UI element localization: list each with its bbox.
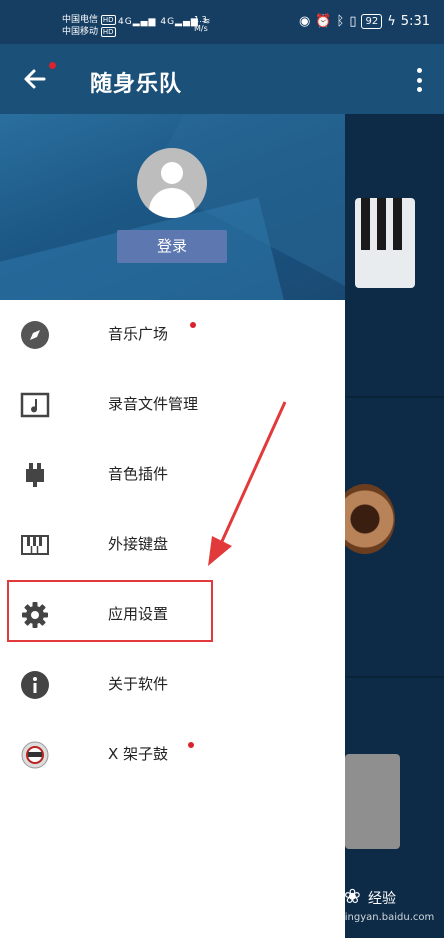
hd-badge: HD	[100, 15, 116, 25]
back-arrow-icon[interactable]	[18, 62, 52, 96]
status-right: ◉ ⏰ ᛒ ▯ 92 ϟ 5:31	[299, 14, 430, 29]
info-icon	[20, 670, 50, 700]
navigation-drawer: 登录 音乐广场 录音文件管理 音色插件 外接键盘 应用设置 关于软件 X 架子鼓	[0, 114, 345, 938]
compass-icon	[20, 320, 50, 350]
network-speed: 1.3 M/s	[194, 15, 208, 33]
carrier-labels: 中国电信 HD 中国移动 HD	[62, 14, 116, 38]
menu-label: 关于软件	[108, 675, 169, 693]
menu-item-recordings[interactable]: 录音文件管理	[0, 370, 345, 440]
menu-item-music-square[interactable]: 音乐广场	[0, 300, 345, 370]
page-title: 随身乐队	[90, 72, 183, 97]
annotation-highlight-box	[7, 580, 213, 642]
carrier-2: 中国移动	[62, 27, 99, 37]
menu-label: 音乐广场	[108, 325, 169, 343]
background-content	[335, 114, 444, 938]
badge-dot	[188, 742, 194, 748]
signal-4g-1: 4G	[118, 17, 133, 27]
keyboard-icon	[20, 530, 50, 560]
watermark: ❀ 经验 jingyan.baidu.com	[330, 882, 440, 932]
badge-dot	[190, 322, 196, 328]
signal-bars-icon: ▂▄▆	[132, 17, 157, 27]
drawer-header: 登录	[0, 114, 345, 300]
drum-icon	[20, 740, 50, 770]
bluetooth-icon: ᛒ	[336, 14, 345, 29]
plugin-icon	[20, 460, 50, 490]
alarm-icon: ⏰	[315, 14, 332, 29]
login-button[interactable]: 登录	[117, 230, 227, 263]
watermark-url: jingyan.baidu.com	[342, 912, 435, 923]
menu-label: 外接键盘	[108, 535, 169, 553]
drawer-menu: 音乐广场 录音文件管理 音色插件 外接键盘 应用设置 关于软件 X 架子鼓	[0, 300, 345, 790]
carrier-1: 中国电信	[62, 15, 99, 25]
charging-icon: ϟ	[387, 14, 396, 29]
menu-label: 录音文件管理	[108, 395, 199, 413]
menu-item-about[interactable]: 关于软件	[0, 650, 345, 720]
more-options-icon[interactable]	[416, 68, 422, 92]
menu-label: 音色插件	[108, 465, 169, 483]
hd-badge: HD	[100, 27, 116, 37]
paw-icon: ❀	[344, 884, 361, 908]
battery-indicator: 92	[361, 14, 383, 29]
music-file-icon	[20, 390, 50, 420]
menu-item-x-drums[interactable]: X 架子鼓	[0, 720, 345, 790]
drum-machine-image	[345, 754, 400, 849]
clock: 5:31	[400, 14, 430, 29]
notification-dot	[49, 62, 56, 69]
signal-4g-2: 4G	[160, 17, 176, 27]
menu-item-external-keyboard[interactable]: 外接键盘	[0, 510, 345, 580]
watermark-text: 经验	[368, 891, 396, 907]
menu-label: X 架子鼓	[108, 745, 169, 763]
avatar[interactable]	[137, 148, 207, 218]
app-bar: 随身乐队	[0, 44, 444, 114]
status-bar: 中国电信 HD 中国移动 HD 4G▂▄▆ 4G▂▄▆ ≋ 1.3 M/s ◉ …	[0, 0, 444, 44]
piano-image	[355, 198, 415, 288]
menu-item-sound-plugins[interactable]: 音色插件	[0, 440, 345, 510]
eye-icon: ◉	[298, 14, 311, 29]
vibrate-icon: ▯	[349, 14, 357, 29]
